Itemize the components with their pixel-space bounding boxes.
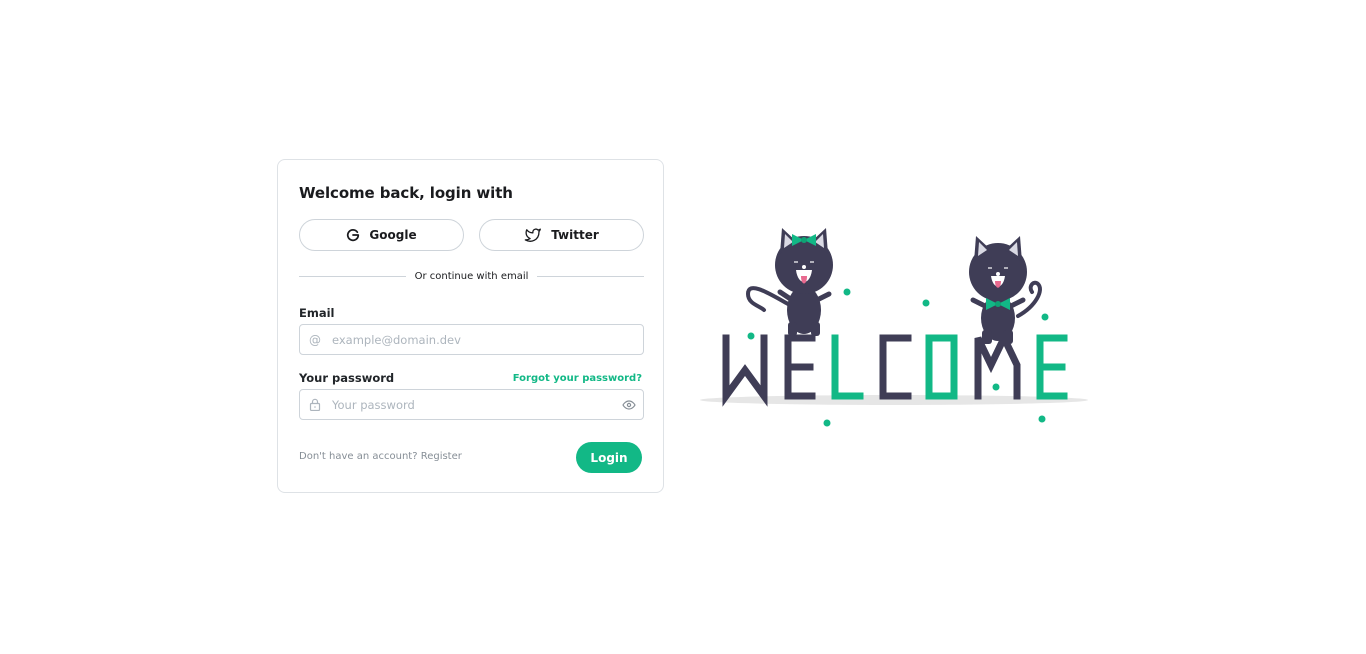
divider-line-left	[299, 275, 406, 277]
email-input-wrapper: @	[299, 324, 644, 355]
twitter-login-button[interactable]: Twitter	[479, 219, 644, 251]
lock-icon	[300, 398, 330, 411]
at-icon: @	[309, 332, 321, 347]
card-title: Welcome back, login with	[299, 184, 513, 202]
register-link[interactable]: Don't have an account? Register	[299, 451, 462, 462]
letter-c	[879, 334, 912, 400]
divider-label: Or continue with email	[414, 270, 529, 282]
divider-line-right	[537, 275, 645, 277]
letter-e-1	[784, 334, 816, 400]
social-login-row: Google Twitter	[299, 219, 644, 251]
cat-right	[969, 236, 1042, 344]
password-input[interactable]	[330, 390, 615, 419]
forgot-password-link[interactable]: Forgot your password?	[513, 373, 642, 384]
google-icon	[346, 228, 360, 242]
letter-l	[831, 334, 864, 400]
login-card: Welcome back, login with Google Twitter	[277, 159, 664, 493]
letter-w	[722, 334, 768, 407]
eye-icon[interactable]	[615, 399, 643, 410]
letter-e-2	[1036, 334, 1068, 400]
letter-o	[925, 334, 958, 400]
password-label: Your password	[299, 371, 395, 385]
email-input[interactable]	[330, 325, 643, 354]
twitter-button-label: Twitter	[551, 228, 599, 242]
email-label: Email	[299, 306, 335, 320]
email-divider: Or continue with email	[299, 268, 645, 284]
login-page: Welcome back, login with Google Twitter	[0, 0, 1366, 654]
welcome-illustration	[700, 228, 1088, 427]
google-button-label: Google	[369, 228, 417, 242]
cat-left	[745, 228, 833, 336]
login-button[interactable]: Login	[576, 442, 642, 473]
twitter-icon	[524, 227, 542, 243]
google-login-button[interactable]: Google	[299, 219, 464, 251]
password-input-wrapper	[299, 389, 644, 420]
